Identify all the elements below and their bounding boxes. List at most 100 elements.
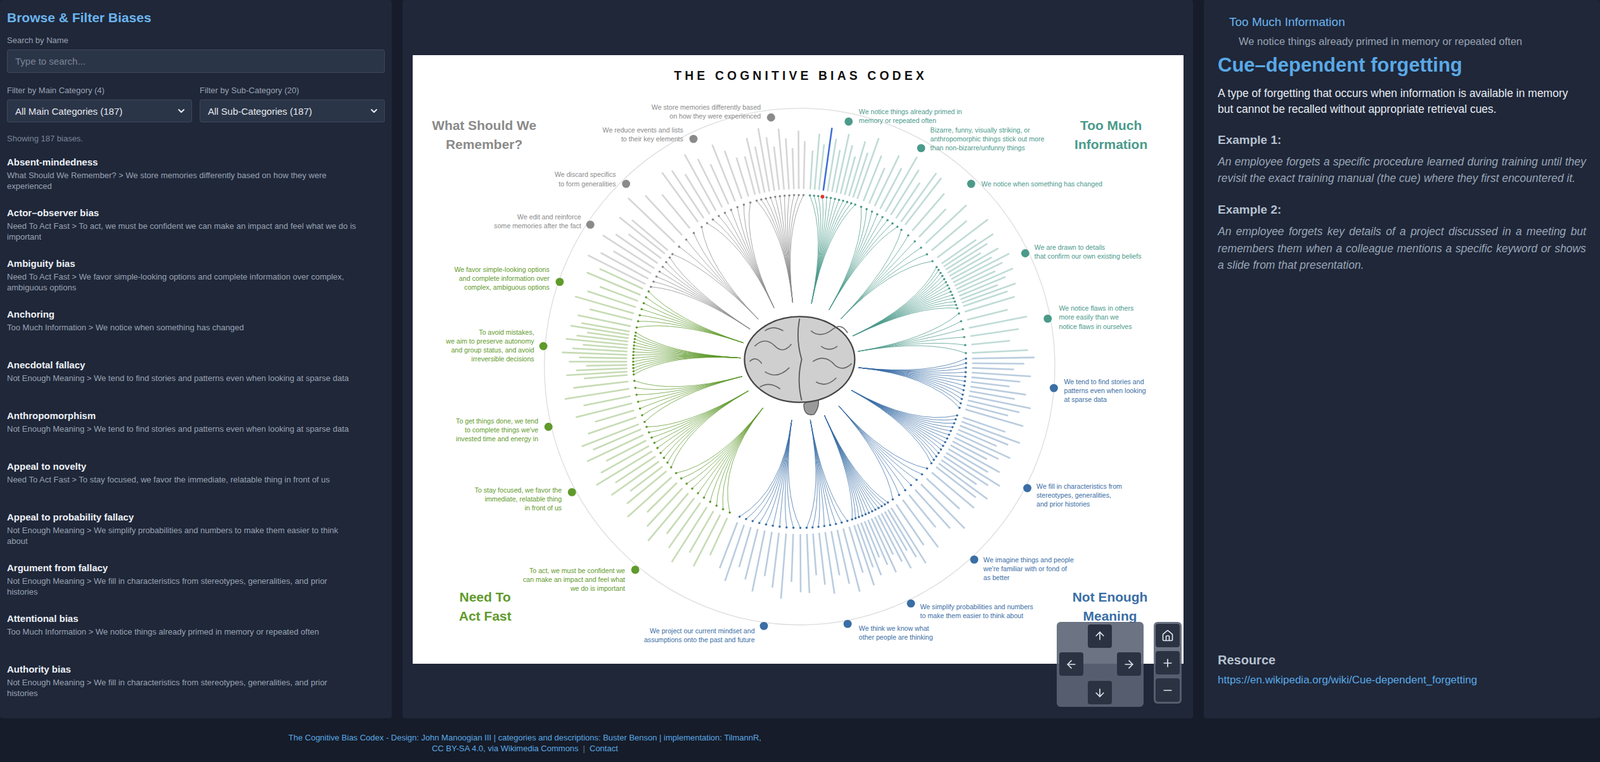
pan-up-button[interactable] <box>1087 624 1112 648</box>
bias-branch[interactable] <box>851 389 997 446</box>
bias-branch[interactable] <box>857 309 1008 352</box>
bias-branch[interactable] <box>789 130 800 303</box>
bias-branch[interactable] <box>577 315 743 343</box>
bias-branch[interactable] <box>852 282 1016 336</box>
bias-branch[interactable] <box>811 155 856 304</box>
subcategory-dot[interactable] <box>969 555 979 564</box>
subcategory-dot[interactable] <box>567 487 576 496</box>
bias-branch[interactable] <box>744 419 792 579</box>
bias-branch[interactable] <box>581 375 742 446</box>
subcategory-dot[interactable] <box>759 621 768 630</box>
pan-right-button[interactable] <box>1116 652 1142 676</box>
bias-branch[interactable] <box>709 407 763 555</box>
bias-branch[interactable] <box>631 219 758 319</box>
bias-list-item[interactable]: Appeal to probability fallacyNot Enough … <box>6 510 385 562</box>
bias-branch[interactable] <box>810 419 825 585</box>
subcategory[interactable]: We favor simple-looking optionsand compl… <box>453 265 743 343</box>
bias-branch[interactable] <box>661 172 759 319</box>
resource-link[interactable]: https://en.wikipedia.org/wiki/Cue-depend… <box>1217 673 1478 686</box>
bias-branch[interactable] <box>587 375 742 434</box>
subcategory[interactable]: We edit and reinforcesome memories after… <box>493 212 750 330</box>
pan-left-button[interactable] <box>1059 652 1084 676</box>
subcategory[interactable]: To get things done, we tendto complete t… <box>455 375 743 446</box>
bias-list-item[interactable]: Ambiguity biasNeed To Act Fast > We favo… <box>6 257 385 309</box>
bias-branch[interactable] <box>828 155 882 310</box>
bias-branch[interactable] <box>851 389 976 497</box>
bias-branch[interactable] <box>851 389 1000 486</box>
bias-branch[interactable] <box>851 389 1020 443</box>
pan-down-button[interactable] <box>1087 680 1112 705</box>
subcategory-dot[interactable] <box>689 134 698 143</box>
bias-branch[interactable] <box>724 419 792 581</box>
bias-branch[interactable] <box>602 235 750 330</box>
subcategory-dot[interactable] <box>844 117 853 126</box>
bias-branch[interactable] <box>646 407 763 527</box>
bias-branch[interactable] <box>573 375 742 388</box>
bias-branch[interactable] <box>858 361 1024 371</box>
bias-branch[interactable] <box>851 389 988 472</box>
bias-branch[interactable] <box>719 419 792 568</box>
bias-branch[interactable] <box>744 155 793 303</box>
bias-list-item[interactable]: Anecdotal fallacyNot Enough Meaning > We… <box>6 358 385 410</box>
bias-branch[interactable] <box>851 389 1006 432</box>
bias-branch[interactable] <box>789 140 805 303</box>
bias-list-item[interactable]: AnchoringToo Much Information > We notic… <box>6 308 385 359</box>
contact-link[interactable]: Contact <box>589 743 619 754</box>
bias-branch[interactable] <box>852 247 998 336</box>
license-link[interactable]: CC BY-SA 4.0, via Wikimedia Commons <box>431 743 579 754</box>
subcategory-dot[interactable] <box>543 422 553 431</box>
subcategory[interactable]: To stay focused, we favor theimmediate, … <box>474 390 749 511</box>
bias-branch[interactable] <box>838 405 974 508</box>
bias-branch[interactable] <box>647 407 763 541</box>
search-input[interactable] <box>6 49 385 73</box>
bias-branch[interactable] <box>787 419 802 592</box>
zoom-out-button[interactable] <box>1155 678 1180 702</box>
bias-branch[interactable] <box>576 335 741 358</box>
bias-branch[interactable] <box>805 419 816 593</box>
filter-select[interactable]: All Main Categories (187) <box>6 99 193 123</box>
bias-branch[interactable] <box>858 367 1031 376</box>
bias-branch[interactable] <box>684 173 774 308</box>
bias-branch[interactable] <box>810 419 860 592</box>
bias-branch[interactable] <box>828 173 936 310</box>
bias-list-item[interactable]: Authority biasNot Enough Meaning > We fi… <box>6 663 385 712</box>
bias-branch[interactable] <box>851 389 1011 458</box>
bias-branch[interactable] <box>599 286 744 343</box>
subcategory-dot[interactable] <box>843 619 852 628</box>
bias-branch[interactable] <box>852 243 988 336</box>
bias-branch[interactable] <box>828 167 902 310</box>
subcategory-dot[interactable] <box>1043 314 1052 323</box>
subcategory-dot[interactable] <box>906 599 915 608</box>
bias-branch[interactable] <box>671 407 763 562</box>
subcategory-dot[interactable] <box>585 219 594 229</box>
bias-list-item[interactable]: Absent-mindednessWhat Should We Remember… <box>6 155 385 207</box>
bias-branch[interactable] <box>824 415 874 586</box>
bias-list-item[interactable]: Appeal to noveltyNeed To Act Fast > To s… <box>6 460 385 511</box>
bias-branch[interactable] <box>858 367 1026 395</box>
bias-branch[interactable] <box>840 219 988 319</box>
bias-branch[interactable] <box>566 356 741 376</box>
subcategory-dot[interactable] <box>1049 383 1059 392</box>
bias-list-item[interactable]: AnthropomorphismNot Enough Meaning > We … <box>6 409 385 461</box>
bias-branch[interactable] <box>619 216 750 329</box>
subcategory-dot[interactable] <box>630 565 639 574</box>
bias-branch[interactable] <box>668 407 763 548</box>
bias-branch[interactable] <box>852 268 1013 336</box>
codex-image[interactable]: THE COGNITIVE BIAS CODEXToo MuchInformat… <box>412 55 1184 664</box>
bias-branch[interactable] <box>828 155 899 310</box>
subcategory[interactable]: We discard specificsto form generalities <box>554 170 759 319</box>
bias-branch[interactable] <box>615 233 750 330</box>
bias-branch[interactable] <box>824 415 893 555</box>
subcategory-dot[interactable] <box>766 112 775 122</box>
subcategory[interactable]: We imagine things and peoplewe're famili… <box>838 405 1074 581</box>
bias-branch[interactable] <box>581 322 741 358</box>
bias-branch[interactable] <box>606 390 749 461</box>
bias-branch[interactable] <box>587 332 741 358</box>
bias-branch[interactable] <box>666 407 763 534</box>
bias-branch[interactable] <box>561 351 741 358</box>
bias-branch[interactable] <box>574 296 744 343</box>
bias-branch[interactable] <box>575 375 743 417</box>
subcategory-dot[interactable] <box>555 277 564 286</box>
bias-branch[interactable] <box>824 415 873 568</box>
bias-branch[interactable] <box>785 138 793 303</box>
